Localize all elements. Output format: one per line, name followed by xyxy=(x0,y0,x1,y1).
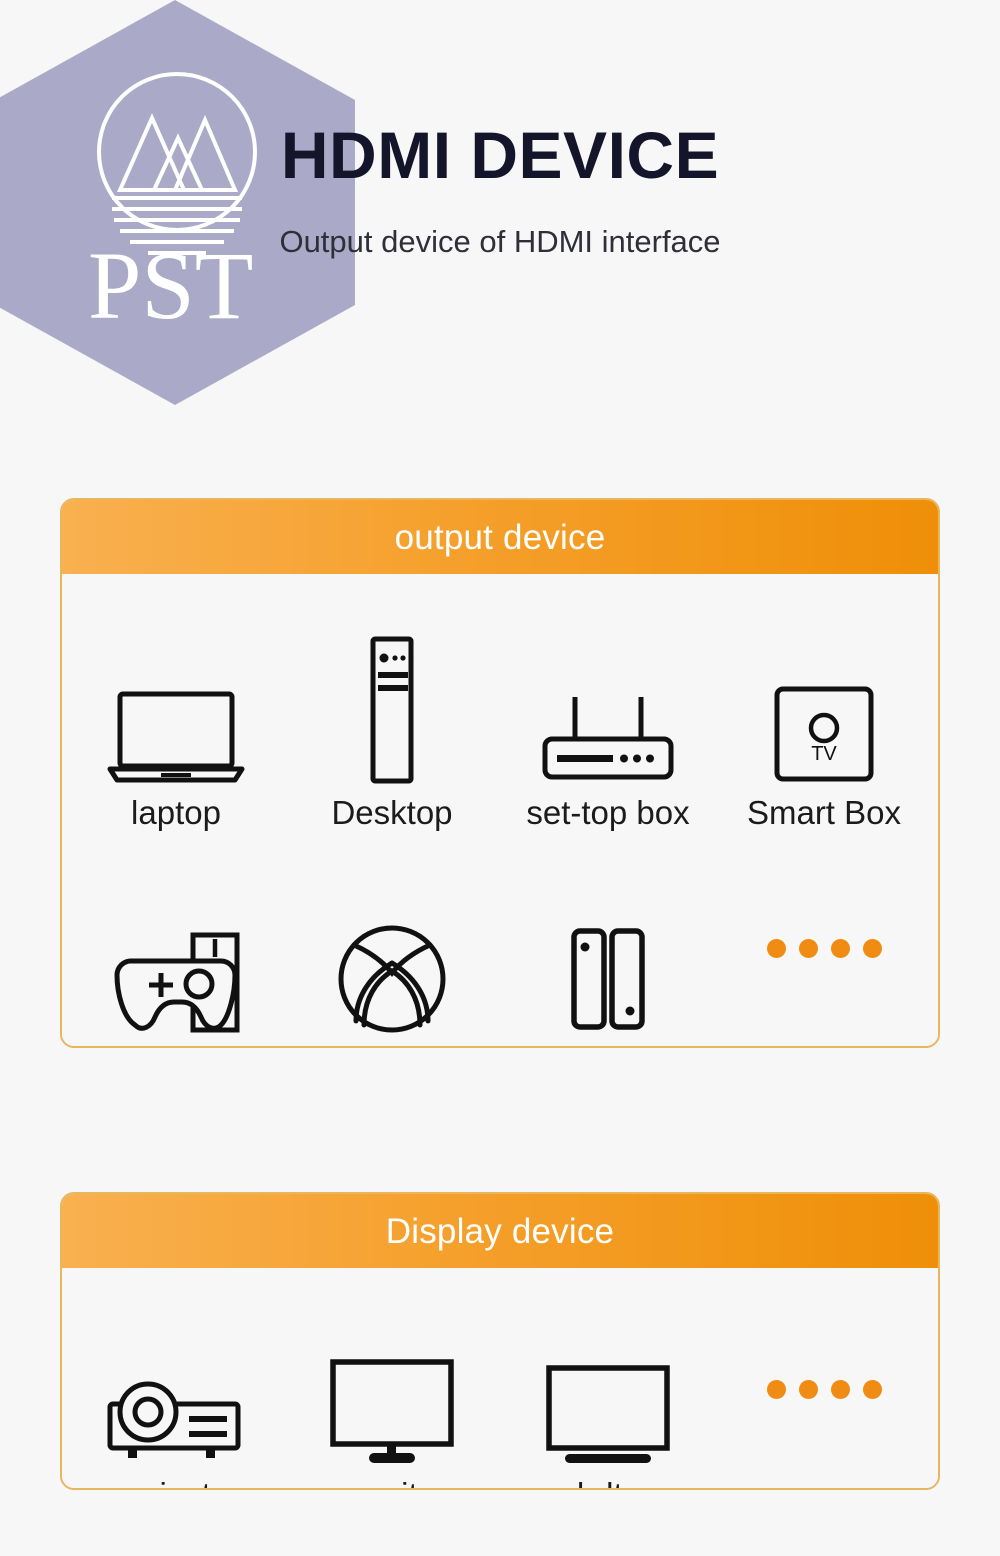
dot xyxy=(830,1379,850,1399)
device-item-more[interactable] xyxy=(716,873,932,1046)
page-header: HDMI DEVICE Output device of HDMI interf… xyxy=(0,0,1000,257)
output-device-card-header: output device xyxy=(62,500,938,574)
hdtv-icon xyxy=(543,1336,673,1466)
monitor-icon xyxy=(327,1336,457,1466)
output-device-card-body: laptop Desktop set-top box TV Smart Box xyxy=(62,574,938,1048)
smart-box-tv-label: TV xyxy=(811,743,837,765)
device-label: PS5/PS4 Pro xyxy=(79,1047,273,1048)
output-device-row-1: laptop Desktop set-top box TV Smart Box xyxy=(62,574,938,829)
display-device-card: Display device projector xyxy=(60,1192,940,1490)
device-item-monitor[interactable]: monitor xyxy=(284,1336,500,1488)
device-item-set-top-box[interactable]: set-top box xyxy=(500,634,716,829)
smart-box-icon: TV xyxy=(772,634,876,784)
device-item-hdtv[interactable]: hdtv xyxy=(500,1336,716,1488)
display-device-card-body: projector monitor xyxy=(62,1268,938,1488)
device-label: projector xyxy=(112,1478,240,1488)
more-dots-icon xyxy=(766,873,882,1023)
device-item-projector[interactable]: projector xyxy=(68,1336,284,1488)
projector-icon xyxy=(101,1336,251,1466)
display-device-card-header: Display device xyxy=(62,1194,938,1268)
device-label: Switch xyxy=(559,1047,656,1048)
dot xyxy=(862,1379,882,1399)
dot xyxy=(862,938,882,958)
set-top-box-icon xyxy=(538,634,678,784)
desktop-tower-icon xyxy=(352,634,432,784)
page-subtitle: Output device of HDMI interface xyxy=(279,224,721,259)
xbox-icon xyxy=(336,885,448,1035)
display-device-card-title: Display device xyxy=(385,1211,615,1251)
display-device-row-1: projector monitor xyxy=(62,1268,938,1488)
output-device-card: output device laptop Desktop set-top box… xyxy=(60,498,940,1048)
device-label: hdtv xyxy=(577,1478,639,1488)
dot xyxy=(798,938,818,958)
more-dots-icon xyxy=(766,1324,882,1454)
device-item-smart-box[interactable]: TV Smart Box xyxy=(716,634,932,829)
device-item-xbox[interactable]: XBox xyxy=(284,885,500,1048)
device-label: monitor xyxy=(337,1478,447,1488)
device-item-switch[interactable]: Switch xyxy=(500,885,716,1048)
device-item-laptop[interactable]: laptop xyxy=(68,634,284,829)
device-item-desktop[interactable]: Desktop xyxy=(284,634,500,829)
page-title: HDMI DEVICE xyxy=(280,118,720,192)
device-label: Desktop xyxy=(331,794,453,831)
device-item-more[interactable] xyxy=(716,1324,932,1488)
dot xyxy=(766,938,786,958)
dot xyxy=(766,1379,786,1399)
playstation-icon xyxy=(101,885,251,1035)
laptop-icon xyxy=(106,634,246,784)
device-label: Smart Box xyxy=(746,794,902,831)
output-device-row-2: PS5/PS4 Pro XBox xyxy=(62,829,938,1048)
device-label: XBox xyxy=(353,1047,432,1048)
output-device-card-title: output device xyxy=(394,517,606,557)
nintendo-switch-icon xyxy=(563,885,653,1035)
dot xyxy=(830,938,850,958)
device-label: set-top box xyxy=(526,794,690,831)
dot xyxy=(798,1379,818,1399)
device-item-playstation[interactable]: PS5/PS4 Pro xyxy=(68,885,284,1048)
device-label: laptop xyxy=(131,794,221,831)
